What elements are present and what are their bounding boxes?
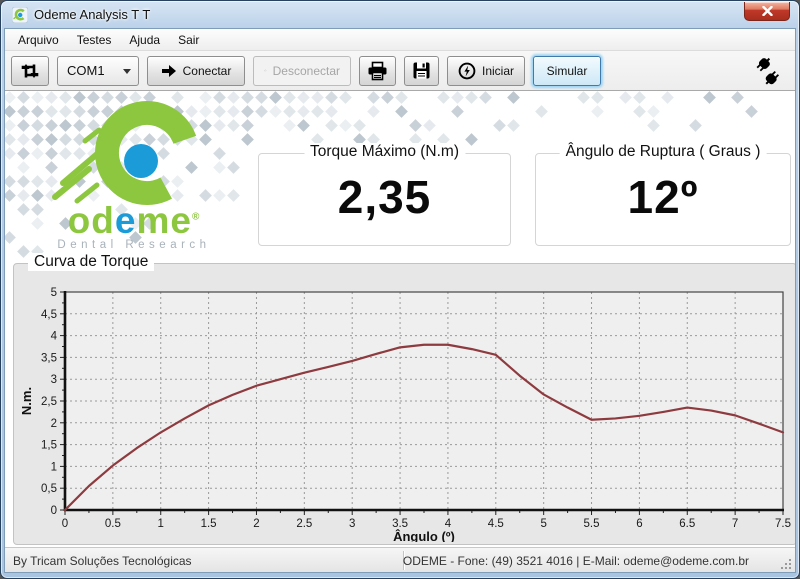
window-title: Odeme Analysis T T — [34, 7, 150, 22]
svg-text:0: 0 — [51, 505, 57, 517]
svg-text:5: 5 — [540, 518, 546, 530]
disconnect-button[interactable]: Desconectar — [253, 56, 351, 86]
svg-text:2,5: 2,5 — [41, 396, 57, 408]
chevron-down-icon — [123, 69, 131, 74]
svg-text:3,5: 3,5 — [41, 352, 57, 364]
arrow-right-icon — [161, 64, 177, 78]
app-logo-icon — [12, 7, 28, 23]
close-icon — [762, 6, 773, 16]
svg-text:3: 3 — [349, 518, 355, 530]
svg-text:2: 2 — [253, 518, 259, 530]
printer-icon — [367, 61, 388, 81]
svg-text:1.5: 1.5 — [201, 518, 217, 530]
title-bar[interactable]: Odeme Analysis T T — [4, 1, 796, 28]
svg-text:6.5: 6.5 — [679, 518, 695, 530]
svg-text:1,5: 1,5 — [41, 440, 57, 452]
save-button[interactable] — [404, 56, 439, 86]
refresh-icon — [19, 61, 41, 81]
svg-text:3: 3 — [51, 374, 57, 386]
odeme-logo-mark — [25, 97, 243, 215]
start-label: Iniciar — [482, 64, 514, 78]
rupture-angle-title: Ângulo de Ruptura ( Graus ) — [560, 143, 767, 161]
status-right-text: ODEME - Fone: (49) 3521 4016 | E-Mail: o… — [403, 554, 749, 568]
svg-text:4: 4 — [51, 331, 58, 343]
odeme-logo: odeme® Dental Research — [25, 97, 243, 255]
svg-text:4,5: 4,5 — [41, 309, 57, 321]
disconnect-label: Desconectar — [273, 64, 340, 78]
resize-grip[interactable] — [780, 558, 793, 571]
close-button[interactable] — [744, 2, 790, 21]
com-port-select[interactable]: COM1 — [57, 56, 139, 86]
app-window: Odeme Analysis T T Arquivo Testes Ajuda … — [0, 0, 800, 579]
torque-max-value: 2,35 — [259, 170, 510, 224]
simulate-button[interactable]: Simular — [533, 56, 601, 86]
svg-text:N.m.: N.m. — [19, 387, 34, 415]
torque-chart: 00.511.522.533.544.555.566.577.500,511,5… — [17, 276, 793, 542]
com-port-value: COM1 — [67, 63, 105, 78]
menu-testes[interactable]: Testes — [68, 31, 121, 49]
client-area: Arquivo Testes Ajuda Sair COM1 — [4, 28, 796, 573]
odeme-tagline: Dental Research — [25, 239, 243, 251]
svg-text:2: 2 — [51, 418, 57, 430]
registered-mark: ® — [192, 212, 200, 223]
status-bar: By Tricam Soluções Tecnológicas ODEME - … — [5, 547, 795, 573]
status-left-text: By Tricam Soluções Tecnológicas — [5, 554, 192, 568]
toolbar: COM1 Conectar Desconectar — [5, 51, 795, 91]
svg-text:0,5: 0,5 — [41, 483, 57, 495]
content-area: odeme® Dental Research Torque Máximo (N.… — [5, 91, 795, 547]
svg-text:4.5: 4.5 — [488, 518, 504, 530]
svg-text:7: 7 — [732, 518, 738, 530]
rupture-angle-panel: Ângulo de Ruptura ( Graus ) 12º — [535, 153, 791, 246]
connect-button[interactable]: Conectar — [147, 56, 245, 86]
svg-text:2.5: 2.5 — [296, 518, 312, 530]
simulate-label: Simular — [547, 64, 588, 78]
torque-max-panel: Torque Máximo (N.m) 2,35 — [258, 153, 511, 246]
svg-text:7.5: 7.5 — [775, 518, 791, 530]
svg-text:5.5: 5.5 — [584, 518, 600, 530]
refresh-ports-button[interactable] — [11, 56, 49, 86]
rupture-angle-value: 12º — [536, 170, 790, 224]
menu-sair[interactable]: Sair — [169, 31, 208, 49]
disconnected-plug-icon — [753, 56, 785, 86]
save-icon — [412, 61, 431, 80]
connect-label: Conectar — [183, 64, 232, 78]
menu-ajuda[interactable]: Ajuda — [120, 31, 169, 49]
print-button[interactable] — [359, 56, 396, 86]
svg-text:0: 0 — [62, 518, 68, 530]
svg-text:1: 1 — [158, 518, 164, 530]
lightning-circle-icon — [458, 62, 476, 80]
torque-max-title: Torque Máximo (N.m) — [304, 143, 465, 161]
start-button[interactable]: Iniciar — [447, 56, 525, 86]
svg-text:Ângulo (º): Ângulo (º) — [393, 529, 455, 542]
torque-curve-title: Curva de Torque — [28, 253, 154, 271]
svg-text:6: 6 — [636, 518, 642, 530]
svg-text:1: 1 — [51, 461, 57, 473]
menu-bar: Arquivo Testes Ajuda Sair — [5, 29, 795, 51]
menu-arquivo[interactable]: Arquivo — [9, 31, 68, 49]
svg-text:0.5: 0.5 — [105, 518, 121, 530]
svg-text:5: 5 — [51, 287, 57, 299]
unlink-icon — [264, 63, 267, 78]
torque-curve-panel: Curva de Torque 00.511.522.533.544.555.5… — [13, 263, 795, 545]
